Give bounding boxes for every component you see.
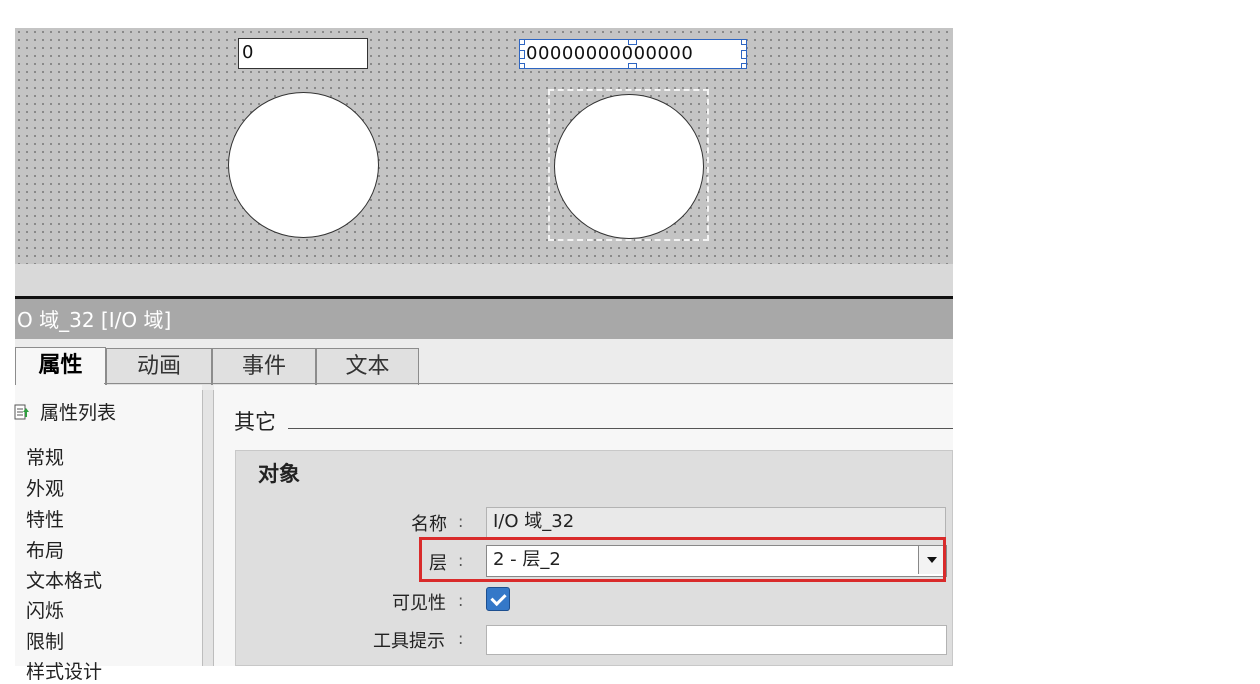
- object-group-title: 对象: [258, 462, 300, 486]
- visibility-colon: :: [458, 591, 464, 610]
- tooltip-field[interactable]: [486, 625, 947, 655]
- resize-handle-bottom-right[interactable]: [741, 63, 746, 68]
- screen-canvas[interactable]: [15, 28, 953, 264]
- resize-handle-right[interactable]: [741, 50, 746, 59]
- io-field-left[interactable]: 0: [238, 38, 368, 69]
- resize-handle-top-left[interactable]: [520, 40, 525, 45]
- resize-handle-left[interactable]: [520, 50, 525, 59]
- nav-item-flashing[interactable]: 闪烁: [26, 596, 64, 623]
- name-label: 名称: [411, 514, 447, 535]
- visibility-checkbox[interactable]: [486, 587, 510, 611]
- tab-events[interactable]: 事件: [212, 348, 316, 385]
- circle-object-left[interactable]: [228, 92, 379, 238]
- resize-handle-bottom[interactable]: [628, 63, 637, 68]
- nav-item-limits[interactable]: 限制: [26, 627, 64, 654]
- tab-animations[interactable]: 动画: [106, 348, 212, 385]
- resize-handle-top[interactable]: [628, 40, 637, 45]
- highlight-box: [419, 537, 946, 582]
- tooltip-colon: :: [458, 629, 464, 648]
- nav-item-general[interactable]: 常规: [26, 443, 64, 470]
- visibility-label: 可见性: [392, 593, 446, 614]
- nav-item-style-design[interactable]: 样式设计: [26, 657, 102, 684]
- inspector-title-bar: O 域_32 [I/O 域]: [15, 299, 953, 339]
- section-title-other: 其它: [234, 410, 276, 434]
- canvas-bottom-strip: [15, 264, 953, 296]
- io-field-selected-value: 00000000000000: [526, 43, 694, 64]
- property-list-label: 属性列表: [40, 402, 117, 424]
- property-list-icon: [14, 403, 30, 421]
- resize-handle-top-right[interactable]: [741, 40, 746, 45]
- nav-item-layout[interactable]: 布局: [26, 536, 64, 563]
- name-field[interactable]: I/O 域_32: [486, 507, 946, 538]
- property-list-link[interactable]: 属性列表: [14, 398, 116, 425]
- io-field-selected[interactable]: 00000000000000: [519, 39, 747, 69]
- nav-item-characteristics[interactable]: 特性: [26, 505, 64, 532]
- tooltip-label: 工具提示: [373, 631, 445, 652]
- nav-item-text-format[interactable]: 文本格式: [26, 566, 102, 593]
- nav-item-appearance[interactable]: 外观: [26, 474, 64, 501]
- name-colon: :: [458, 512, 464, 531]
- section-rule: [288, 428, 953, 429]
- resize-handle-bottom-left[interactable]: [520, 63, 525, 68]
- tab-properties[interactable]: 属性: [15, 347, 106, 386]
- tab-texts[interactable]: 文本: [316, 348, 419, 385]
- inspector-title: O 域_32 [I/O 域]: [17, 308, 172, 332]
- nav-splitter[interactable]: [202, 390, 214, 666]
- tab-baseline: [104, 383, 953, 384]
- circle-object-right[interactable]: [554, 94, 704, 239]
